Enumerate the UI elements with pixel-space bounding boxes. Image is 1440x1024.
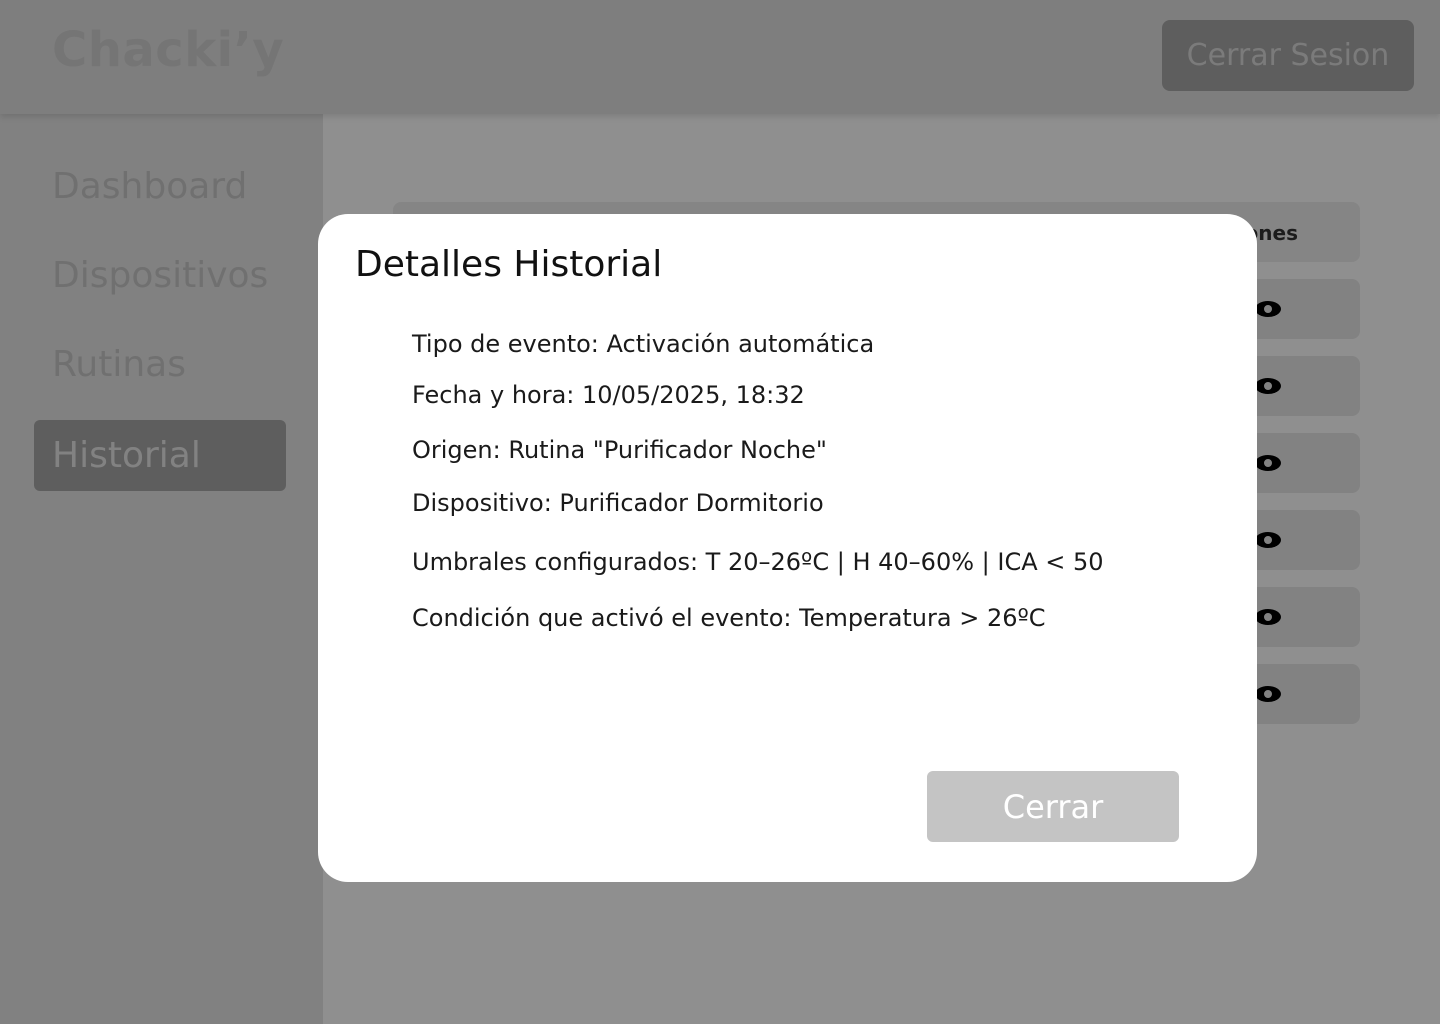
history-details-modal: Detalles Historial Tipo de evento: Activ… [318, 214, 1257, 882]
detail-thresholds: Umbrales configurados: T 20–26ºC | H 40–… [412, 548, 1104, 576]
modal-title: Detalles Historial [355, 244, 663, 285]
close-button[interactable]: Cerrar [927, 771, 1179, 842]
detail-event-type: Tipo de evento: Activación automática [412, 330, 875, 358]
detail-trigger-condition: Condición que activó el evento: Temperat… [412, 604, 1046, 632]
detail-origin: Origen: Rutina "Purificador Noche" [412, 436, 827, 464]
detail-datetime: Fecha y hora: 10/05/2025, 18:32 [412, 381, 805, 409]
detail-device: Dispositivo: Purificador Dormitorio [412, 489, 824, 517]
